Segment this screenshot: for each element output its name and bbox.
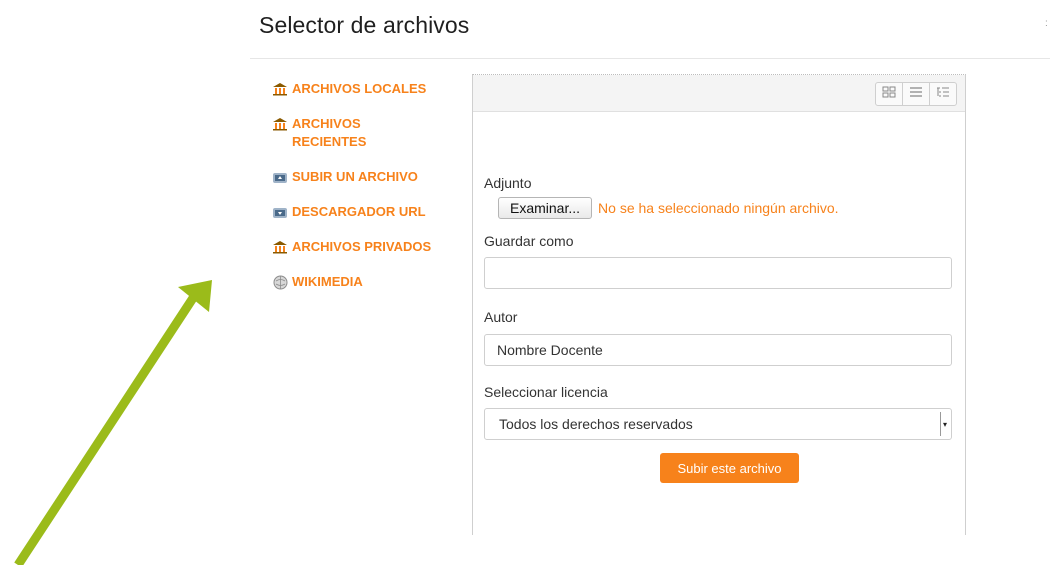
annotation-arrow bbox=[14, 280, 212, 565]
